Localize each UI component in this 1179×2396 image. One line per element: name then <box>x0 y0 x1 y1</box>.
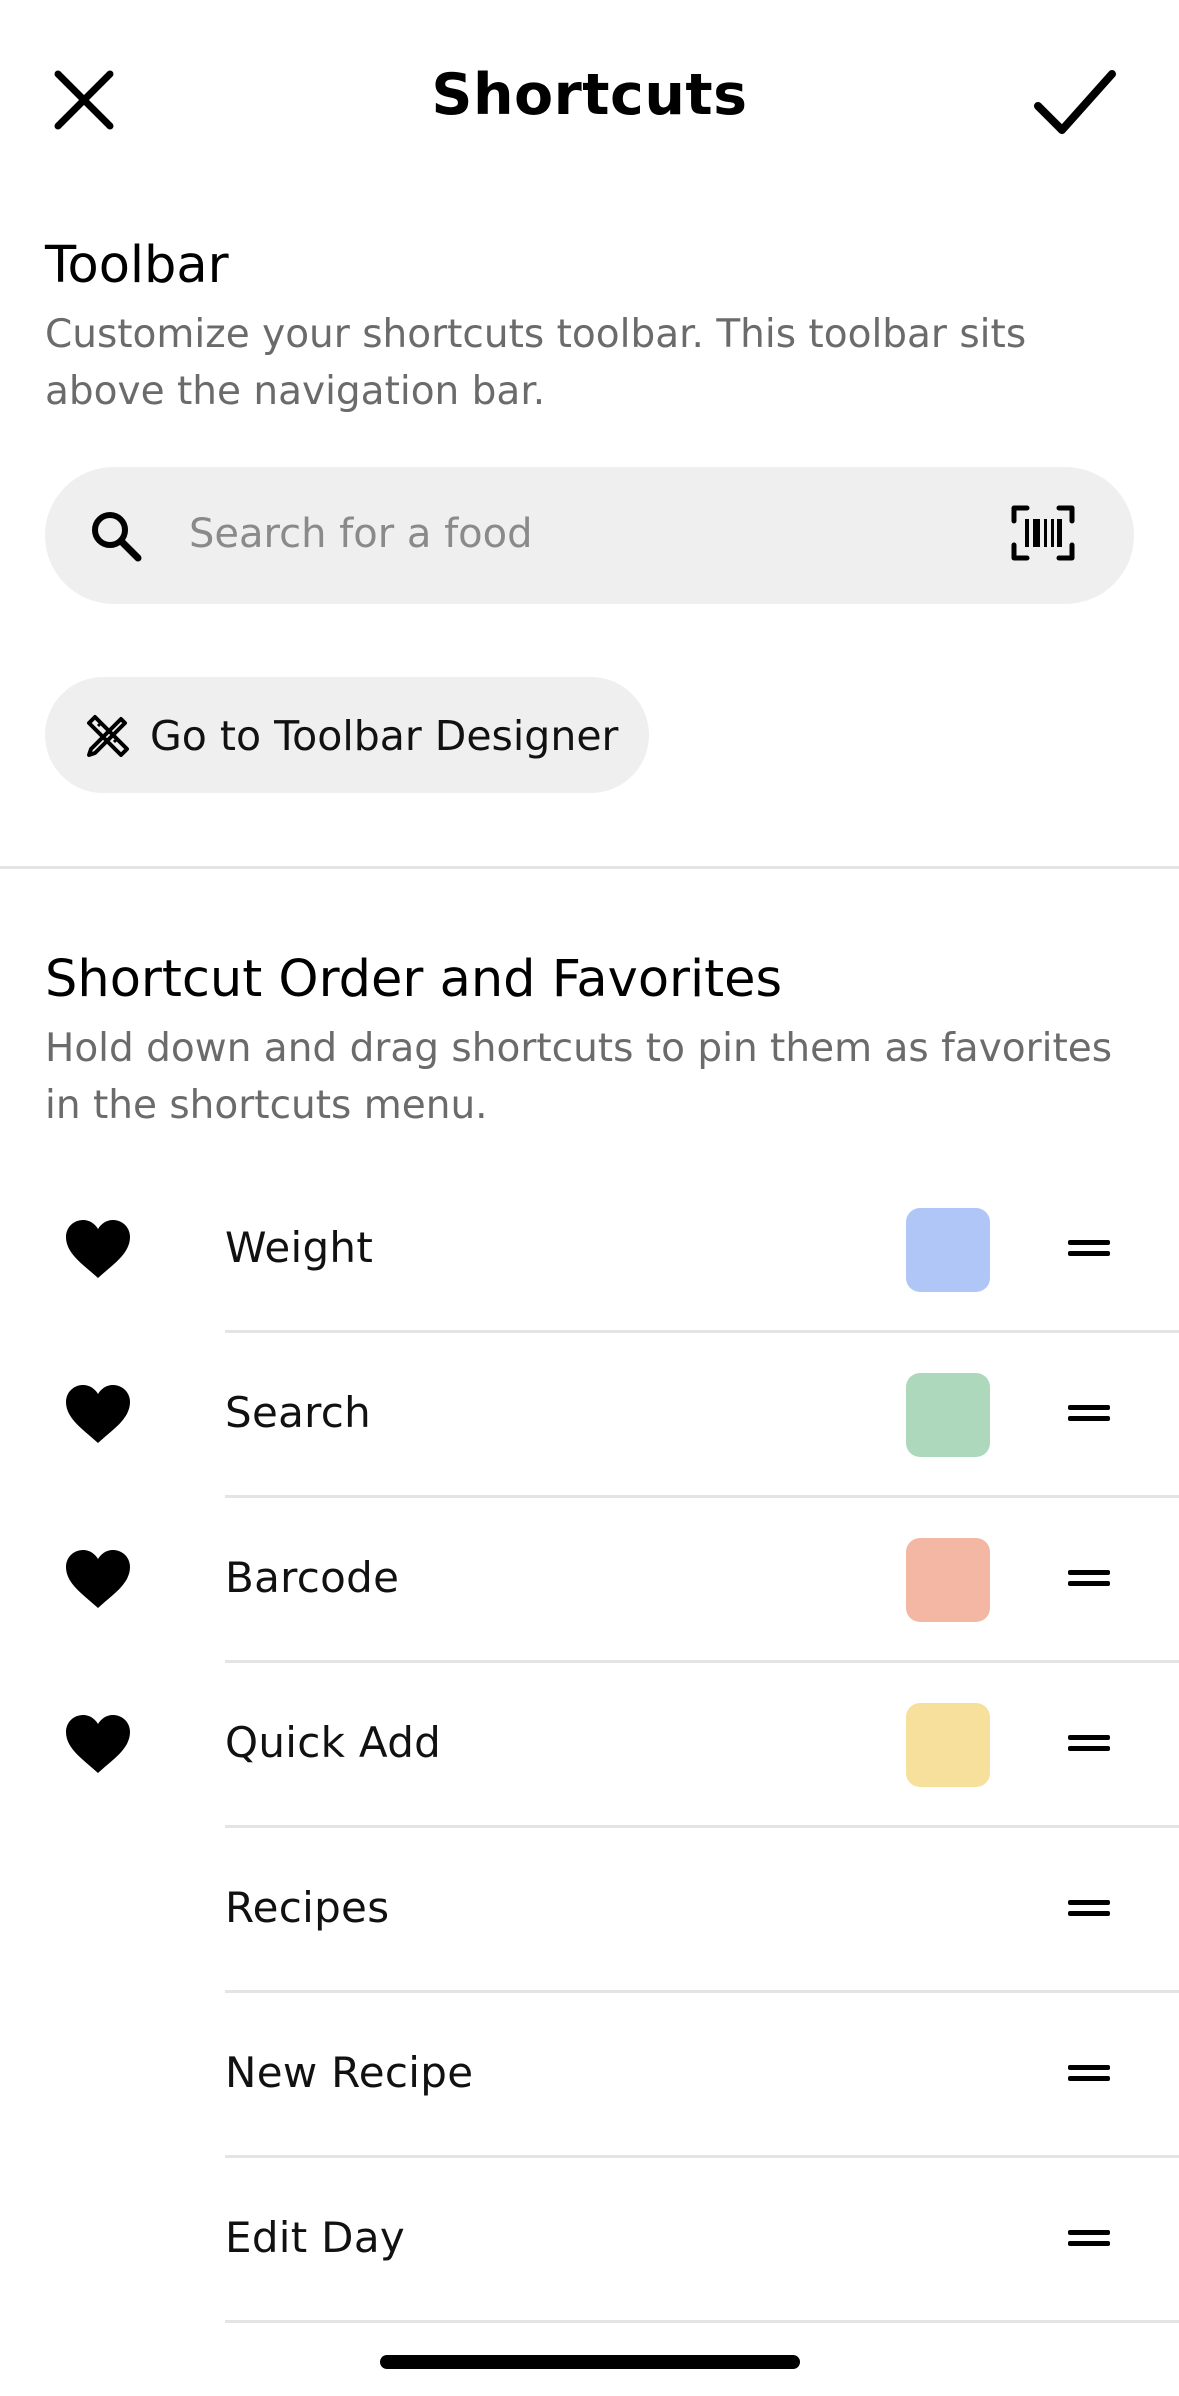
list-item[interactable]: Edit Day <box>0 2158 1179 2323</box>
barcode-scan-icon[interactable] <box>1011 505 1075 561</box>
shortcut-label: New Recipe <box>225 2048 474 2097</box>
color-swatch[interactable] <box>906 1703 990 1787</box>
order-section-title: Shortcut Order and Favorites <box>45 950 783 1009</box>
color-swatch[interactable] <box>906 1373 990 1457</box>
shortcut-label: Edit Day <box>225 2213 406 2262</box>
color-swatch[interactable] <box>906 1208 990 1292</box>
header: Shortcuts <box>0 0 1179 200</box>
home-indicator[interactable] <box>380 2355 800 2369</box>
shortcut-label: Weight <box>225 1223 374 1272</box>
design-tools-icon <box>87 715 129 757</box>
toolbar-designer-label: Go to Toolbar Designer <box>150 712 619 760</box>
heart-icon[interactable] <box>64 1548 132 1610</box>
section-divider <box>0 866 1179 869</box>
drag-handle-icon[interactable] <box>1068 1896 1110 1920</box>
list-item[interactable]: Quick Add <box>0 1663 1179 1828</box>
drag-handle-icon[interactable] <box>1068 1401 1110 1425</box>
shortcut-label: Recipes <box>225 1883 390 1932</box>
list-item[interactable]: Weight <box>0 1168 1179 1333</box>
list-item[interactable]: Recipes <box>0 1828 1179 1993</box>
search-input[interactable]: Search for a food <box>189 511 533 557</box>
heart-icon[interactable] <box>64 1713 132 1775</box>
drag-handle-icon[interactable] <box>1068 2061 1110 2085</box>
row-separator <box>225 2320 1179 2323</box>
drag-handle-icon[interactable] <box>1068 2226 1110 2250</box>
heart-icon[interactable] <box>64 1383 132 1445</box>
toolbar-section-title: Toolbar <box>45 236 229 295</box>
list-item[interactable]: Barcode <box>0 1498 1179 1663</box>
order-section-description: Hold down and drag shortcuts to pin them… <box>45 1026 1113 1128</box>
page-title: Shortcuts <box>431 62 748 128</box>
shortcut-label: Barcode <box>225 1553 400 1602</box>
shortcut-label: Search <box>225 1388 372 1437</box>
heart-icon[interactable] <box>64 1218 132 1280</box>
shortcut-label: Quick Add <box>225 1718 442 1767</box>
toolbar-section-description: Customize your shortcuts toolbar. This t… <box>45 312 1027 414</box>
drag-handle-icon[interactable] <box>1068 1731 1110 1755</box>
search-bar[interactable]: Search for a food <box>45 467 1134 604</box>
list-item[interactable]: New Recipe <box>0 1993 1179 2158</box>
list-item[interactable]: Search <box>0 1333 1179 1498</box>
drag-handle-icon[interactable] <box>1068 1566 1110 1590</box>
drag-handle-icon[interactable] <box>1068 1236 1110 1260</box>
toolbar-designer-button[interactable]: Go to Toolbar Designer <box>45 677 649 793</box>
checkmark-icon[interactable] <box>1030 62 1120 142</box>
color-swatch[interactable] <box>906 1538 990 1622</box>
search-icon <box>92 512 142 562</box>
shortcut-list: Weight Search Barcode Quick Add Recipes … <box>0 1168 1179 2323</box>
shortcuts-screen: Shortcuts Toolbar Customize your shortcu… <box>0 0 1179 2396</box>
